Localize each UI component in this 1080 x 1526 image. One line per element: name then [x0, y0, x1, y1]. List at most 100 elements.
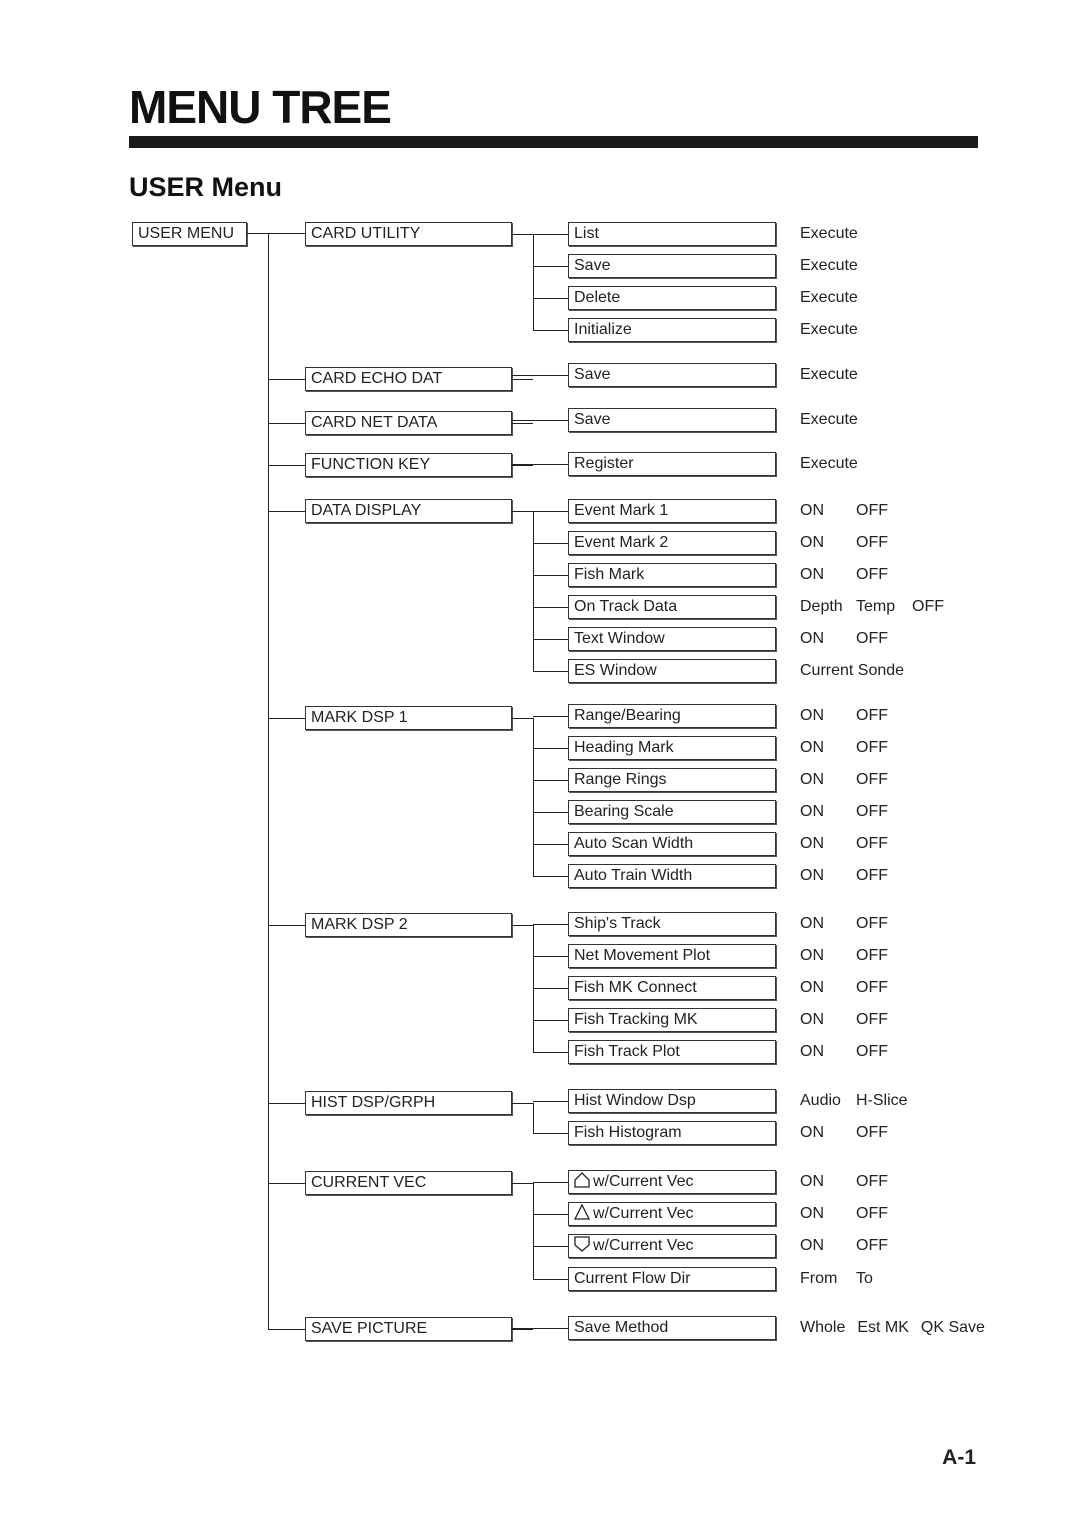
- branch-line: [533, 511, 534, 671]
- option-value: Temp: [856, 598, 896, 615]
- option-value: ON: [800, 1124, 824, 1141]
- option-values: ON OFF: [800, 705, 912, 727]
- connector-line: [246, 233, 305, 234]
- option-value: Execute: [800, 257, 858, 274]
- submenu-box: CURRENT VEC: [305, 1171, 512, 1195]
- menu-item-box: Heading Mark: [568, 736, 776, 760]
- option-value: OFF: [856, 630, 888, 647]
- connector-line: [533, 543, 568, 544]
- connector-line: [533, 988, 568, 989]
- option-value: ON: [800, 1011, 824, 1028]
- option-value: ON: [800, 1173, 824, 1190]
- connector-line: [533, 511, 568, 512]
- connector-line: [511, 234, 533, 235]
- connector-line: [268, 423, 305, 424]
- option-values: Execute: [800, 364, 870, 386]
- menu-item-box: Delete: [568, 286, 776, 310]
- option-value: OFF: [856, 835, 888, 852]
- option-value: Execute: [800, 455, 858, 472]
- menu-item-box: w/Current Vec: [568, 1202, 776, 1226]
- menu-item-box: w/Current Vec: [568, 1170, 776, 1194]
- option-values: From To: [800, 1268, 912, 1290]
- menu-item-box: On Track Data: [568, 595, 776, 619]
- menu-item-label: Fish Track Plot: [574, 1043, 680, 1060]
- option-values: ON OFF: [800, 737, 912, 759]
- option-value: OFF: [856, 867, 888, 884]
- connector-line: [511, 423, 533, 424]
- menu-item-box: Current Flow Dir: [568, 1267, 776, 1291]
- option-value: OFF: [856, 1205, 888, 1222]
- menu-item-label: On Track Data: [574, 598, 678, 615]
- menu-item-label: Initialize: [574, 321, 632, 338]
- option-values: ON OFF: [800, 1122, 912, 1144]
- option-values: Depth Temp OFF: [800, 596, 968, 618]
- connector-line: [533, 956, 568, 957]
- root-menu-box: USER MENU: [132, 222, 247, 246]
- connector-line: [533, 671, 568, 672]
- menu-item-label: List: [574, 225, 599, 242]
- connector-line: [511, 379, 533, 380]
- connector-line: [533, 575, 568, 576]
- option-values: Audio H-Slice: [800, 1090, 920, 1112]
- option-value: Current Sonde: [800, 662, 905, 679]
- option-values: ON OFF: [800, 1009, 912, 1031]
- menu-item-label: w/Current Vec: [593, 1173, 694, 1190]
- menu-item-label: Bearing Scale: [574, 803, 674, 820]
- menu-item-label: Net Movement Plot: [574, 947, 711, 964]
- connector-line: [511, 1328, 568, 1329]
- menu-item-label: w/Current Vec: [593, 1237, 694, 1254]
- menu-item-box: Save: [568, 363, 776, 387]
- option-values: ON OFF: [800, 1171, 912, 1193]
- option-values: Execute: [800, 223, 870, 245]
- menu-item-box: Initialize: [568, 318, 776, 342]
- connector-line: [511, 718, 533, 719]
- submenu-box: HIST DSP/GRPH: [305, 1091, 512, 1115]
- option-values: ON OFF: [800, 500, 912, 522]
- option-value: OFF: [856, 771, 888, 788]
- option-value: ON: [800, 1043, 824, 1060]
- option-value: OFF: [856, 534, 888, 551]
- option-value: ON: [800, 534, 824, 551]
- submenu-box: DATA DISPLAY: [305, 499, 512, 523]
- menu-item-box: Ship's Track: [568, 912, 776, 936]
- option-value: QK Save: [920, 1319, 985, 1336]
- connector-line: [268, 379, 305, 380]
- submenu-box: SAVE PICTURE: [305, 1317, 512, 1341]
- menu-item-box: Save: [568, 408, 776, 432]
- connector-line: [533, 876, 568, 877]
- connector-line: [533, 1279, 568, 1280]
- option-value: OFF: [856, 502, 888, 519]
- option-values: ON OFF: [800, 1203, 912, 1225]
- option-value: ON: [800, 867, 824, 884]
- option-value: OFF: [912, 598, 944, 615]
- option-values: ON OFF: [800, 769, 912, 791]
- connector-line: [533, 639, 568, 640]
- option-value: OFF: [856, 1043, 888, 1060]
- connector-line: [533, 1052, 568, 1053]
- connector-line: [533, 1133, 568, 1134]
- menu-item-label: Auto Scan Width: [574, 835, 694, 852]
- menu-item-box: Bearing Scale: [568, 800, 776, 824]
- option-value: ON: [800, 1205, 824, 1222]
- option-value: OFF: [856, 1124, 888, 1141]
- menu-item-label: Text Window: [574, 630, 665, 647]
- menu-item-label: Delete: [574, 289, 621, 306]
- menu-item-box: Fish Histogram: [568, 1121, 776, 1145]
- option-value: Execute: [800, 225, 858, 242]
- option-value: ON: [800, 502, 824, 519]
- menu-item-label: Save: [574, 366, 611, 383]
- option-value: From: [800, 1270, 838, 1287]
- option-value: OFF: [856, 947, 888, 964]
- option-value: Execute: [800, 366, 858, 383]
- option-value: OFF: [856, 1173, 888, 1190]
- menu-item-box: Text Window: [568, 627, 776, 651]
- option-value: Execute: [800, 321, 858, 338]
- option-values: Execute: [800, 255, 870, 277]
- menu-item-box: w/Current Vec: [568, 1234, 776, 1258]
- menu-item-box: Register: [568, 452, 776, 476]
- connector-line: [533, 1214, 568, 1215]
- option-value: OFF: [856, 803, 888, 820]
- option-value: OFF: [856, 1237, 888, 1254]
- connector-line: [511, 375, 568, 376]
- connector-line: [533, 844, 568, 845]
